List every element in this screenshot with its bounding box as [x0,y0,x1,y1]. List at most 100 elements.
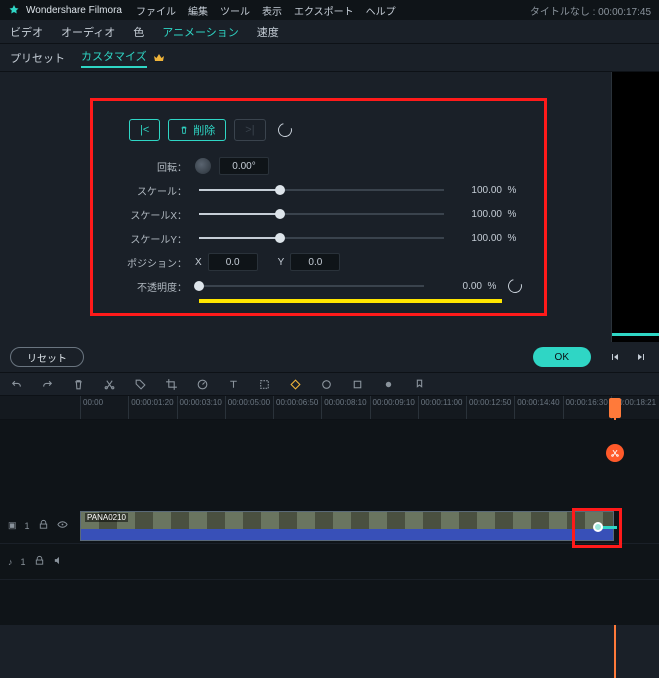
ruler-tick: 00:00:16:30 [563,396,611,419]
crop-icon[interactable] [165,378,178,391]
yellow-annotation [199,299,502,303]
ok-button[interactable]: OK [533,347,591,367]
menu-view[interactable]: 表示 [262,3,282,18]
opacity-unit: % [482,281,502,292]
tab-speed[interactable]: 速度 [257,24,279,40]
opacity-reset-icon[interactable] [505,276,524,295]
tab-video[interactable]: ビデオ [10,24,43,40]
detach-icon[interactable] [258,378,271,391]
speed-icon[interactable] [196,378,209,391]
eye-icon[interactable] [57,519,68,532]
play-next-button[interactable] [633,349,649,365]
reset-button[interactable]: リセット [10,347,84,367]
audio-track-index-icon[interactable]: ♪ [8,557,13,567]
subtab-preset[interactable]: プリセット [10,50,65,66]
ruler-tick: 00:00:14:40 [514,396,562,419]
ruler-tick: 00:00:12:50 [466,396,514,419]
tab-animation[interactable]: アニメーション [162,24,239,40]
preview-progress [612,333,659,336]
scale-unit: % [502,185,522,196]
audio-track: ♪ 1 [0,544,659,580]
position-y-label: Y [278,257,285,268]
video-clip[interactable]: PANA0210 [80,511,614,541]
scalex-label: スケールX： [115,207,195,222]
menu-file[interactable]: ファイル [136,3,176,18]
ruler-tick: 00:00:06:50 [273,396,321,419]
text-icon[interactable] [227,378,240,391]
menu-tool[interactable]: ツール [220,3,250,18]
scale-value[interactable]: 100.00 [454,185,502,196]
app-logo-icon [8,4,20,16]
tab-audio[interactable]: オーディオ [61,24,115,40]
ruler-tick: 00:00 [80,396,128,419]
rotation-knob[interactable] [195,158,211,174]
delete-icon[interactable] [72,378,85,391]
mute-icon[interactable] [53,555,64,568]
keyframe-tool-icon[interactable] [289,378,302,391]
ruler-tick: 00:00:09:10 [370,396,418,419]
timeline-toolbar [0,372,659,396]
position-x-input[interactable] [208,253,258,271]
rotation-input[interactable] [219,157,269,175]
scalex-unit: % [502,209,522,220]
tag-icon[interactable] [134,378,147,391]
tab-color[interactable]: 色 [133,24,144,40]
menu-edit[interactable]: 編集 [188,3,208,18]
reset-keyframe-icon[interactable] [275,120,294,139]
keyframe-prev-button[interactable]: |< [129,119,160,141]
video-track: ▣ 1 PANA0210 [0,508,659,544]
video-track-number: 1 [25,521,30,531]
record-icon[interactable] [382,378,395,391]
menu-help[interactable]: ヘルプ [366,3,396,18]
subtab-customize[interactable]: カスタマイズ [81,48,147,68]
position-x-label: X [195,257,202,268]
ruler-tick: 00:00:01:20 [128,396,176,419]
inspector-tabs: ビデオ オーディオ 色 アニメーション 速度 [0,20,659,44]
ruler-tick: 00:00:08:10 [321,396,369,419]
preset-tabs: プリセット カスタマイズ [0,44,659,72]
menu-export[interactable]: エクスポート [294,3,354,18]
opacity-slider[interactable] [199,285,424,287]
ruler-tick: 00:00:03:10 [177,396,225,419]
lock-icon[interactable] [34,555,45,568]
play-prev-button[interactable] [607,349,623,365]
preview-panel [611,72,659,342]
position-label: ポジション： [115,255,195,270]
scaley-slider[interactable] [199,237,444,239]
position-y-input[interactable] [290,253,340,271]
undo-icon[interactable] [10,378,23,391]
rotation-label: 回転： [115,159,195,174]
scalex-value[interactable]: 100.00 [454,209,502,220]
scaley-value[interactable]: 100.00 [454,233,502,244]
timeline-tracks: ▣ 1 PANA0210 ♪ 1 [0,420,659,625]
color-icon[interactable] [320,378,333,391]
cut-icon[interactable] [103,378,116,391]
greenscreen-icon[interactable] [351,378,364,391]
ruler-tick: 00:00:05:00 [225,396,273,419]
opacity-value[interactable]: 0.00 [434,281,482,292]
opacity-label: 不透明度： [115,279,195,294]
keyframe-delete-button[interactable]: 削除 [168,119,226,141]
marker-icon[interactable] [413,378,426,391]
video-track-index-icon[interactable]: ▣ [8,520,17,531]
redo-icon[interactable] [41,378,54,391]
audio-track-number: 1 [21,557,26,567]
lock-icon[interactable] [38,519,49,532]
highlight-annotation: |< 削除 >| 回転： スケール： 100.00 % [90,98,547,316]
scissors-marker-icon[interactable] [606,444,624,462]
ruler-tick: 00:00:11:00 [418,396,466,419]
timeline-ruler[interactable]: 00:00 00:00:01:20 00:00:03:10 00:00:05:0… [0,396,659,420]
main-menu: ファイル 編集 ツール 表示 エクスポート ヘルプ [136,3,396,18]
clip-name: PANA0210 [85,513,128,522]
scaley-label: スケールY： [115,231,195,246]
keyframe-next-button[interactable]: >| [234,119,265,141]
playhead[interactable] [609,398,621,418]
app-name: Wondershare Filmora [26,5,122,16]
scale-label: スケール： [115,183,195,198]
scalex-slider[interactable] [199,213,444,215]
crown-icon [153,52,165,64]
scaley-unit: % [502,233,522,244]
keyframe-marker[interactable] [593,522,603,532]
scale-slider[interactable] [199,189,444,191]
project-title: タイトルなし : 00:00:17:45 [530,3,651,18]
